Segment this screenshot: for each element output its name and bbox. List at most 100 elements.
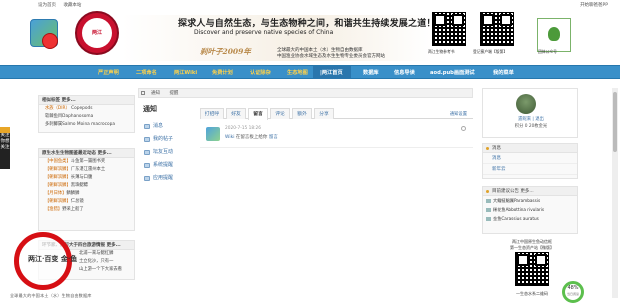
list-item[interactable]: 稀花鱼Abbottina rivularis xyxy=(483,205,577,214)
nav-item-home[interactable]: |两江首页 xyxy=(320,69,343,76)
list-item[interactable]: 【月日体】鳞鳞鳞 xyxy=(39,190,134,198)
avatar[interactable] xyxy=(206,127,220,141)
tab-friends[interactable]: 好友 xyxy=(226,108,246,119)
bottom-caption: 全球最大的中国本土（水）生物自由数据库 xyxy=(10,293,92,298)
menu-item-messages[interactable]: 消息 xyxy=(142,120,194,133)
menu-item-system[interactable]: 系统提醒 xyxy=(142,159,194,172)
message-box: 消息 消息 新年云 xyxy=(482,143,578,179)
tab-comments[interactable]: 留言 xyxy=(248,108,268,120)
profile-card: 遗昵来 | 退出 积分 0 20枚金光 xyxy=(482,88,578,138)
list-item[interactable]: 金鱼Carassius auratus xyxy=(483,214,577,223)
site-logo[interactable] xyxy=(30,13,72,57)
list-item[interactable]: 【朝鲜滨鳞】长薄与口腹 xyxy=(39,174,134,182)
top-right-link[interactable]: 开始聊爸爸PP xyxy=(580,2,608,8)
top-strip: 设为首页 收藏本站 开始聊爸爸PP xyxy=(0,0,620,9)
list-item[interactable]: 大鳍鲢鲳属Parambassis xyxy=(483,196,577,205)
breadcrumb-item[interactable]: 提醒 xyxy=(169,91,178,96)
slogan-en: Discover and preserve native species of … xyxy=(194,29,334,36)
notify-settings-link[interactable]: 通知设置 xyxy=(450,111,467,117)
feed-item: 2020-7-15 18:26 Wiki 在留言板上给你 留言 xyxy=(200,122,473,148)
bookmark-link[interactable]: 收藏本站 xyxy=(63,3,81,8)
tab-share[interactable]: 分享 xyxy=(314,108,334,119)
qr-code-1-icon xyxy=(432,12,466,46)
menu-item-apps[interactable]: 应用提醒 xyxy=(142,172,194,185)
message-icon xyxy=(144,124,150,129)
breadcrumb-item[interactable]: 通知 xyxy=(151,91,160,96)
nav-item-database[interactable]: 数据库 xyxy=(363,69,379,76)
nav-item-eco-map[interactable]: 生态地图 xyxy=(287,69,308,76)
nav-item-reading[interactable]: 信息导读 xyxy=(394,69,415,76)
red-stamp-icon: 两江·百变 金·鱼 xyxy=(14,232,77,290)
nav-item-certify[interactable]: 认证除杂 xyxy=(250,69,271,76)
thumbnail xyxy=(486,217,491,221)
feed-actor-link[interactable]: Wiki xyxy=(225,135,234,140)
menu-item-interaction[interactable]: 坛友互动 xyxy=(142,146,194,159)
feed-comment-link[interactable]: 留言 xyxy=(269,135,278,140)
message-box-title: 消息 xyxy=(483,144,577,153)
follow-rail[interactable]: 关注你想关注 xyxy=(0,127,10,169)
site-desc-2: 中国渔业协会水域生态及水生生物专业委员会官方网站 xyxy=(277,54,385,59)
breadcrumb: 通知 提醒 xyxy=(138,88,473,98)
stamp-text: 两江·百变 金·鱼 xyxy=(28,254,78,263)
nav-item-my-menu[interactable]: 我的菜单 xyxy=(493,69,514,76)
nav-item-aod[interactable]: aod.pub画面测试 xyxy=(430,69,475,76)
message-link[interactable]: 消息 xyxy=(483,153,577,164)
tab-greeting[interactable]: 打招呼 xyxy=(200,108,224,119)
percent-value: 48% xyxy=(567,285,579,291)
qr-code-icon xyxy=(515,252,549,286)
profile-name[interactable]: 遗昵来 | 退出 xyxy=(483,116,579,122)
site-header: 两江 探求人与自然生态，与生态物种之间，和谐共生持续发展之道！ Discover… xyxy=(0,9,620,65)
percent-sub: 当日阅读 xyxy=(566,292,579,296)
app-icon xyxy=(144,176,150,181)
bottom-qr-block: 两江中国原生鱼动信框 第一生态资产站【微版】 一生态水系二维码 xyxy=(495,235,569,303)
system-icon xyxy=(144,163,150,168)
list-item[interactable]: 【朝鲜滨鳞】仁总镜 xyxy=(39,198,134,206)
avatar[interactable] xyxy=(516,94,536,114)
nav-item-wiki[interactable]: 两江Wiki xyxy=(174,69,197,76)
logo-seal-icon xyxy=(42,33,58,49)
close-icon[interactable] xyxy=(461,126,466,131)
tags-panel-title[interactable]: 相似标签 更多... xyxy=(39,96,134,105)
thumbnail xyxy=(486,208,491,212)
list-item[interactable]: 多刺鲫属Salmo Moina macrocopa xyxy=(39,121,134,129)
picks-panel: 目前建议公告 更多... 大鳍鲢鲳属Parambassis 稀花鱼Abbotti… xyxy=(482,186,578,234)
scrollbar-thumb[interactable] xyxy=(613,92,617,152)
bottom-qr-cap2: 第一生态资产站【微版】 xyxy=(510,245,554,250)
message-link[interactable]: 新年云 xyxy=(483,164,577,175)
picks-title[interactable]: 目前建议公告 更多... xyxy=(483,187,577,196)
home-icon[interactable] xyxy=(141,91,145,95)
tab-reviews[interactable]: 评论 xyxy=(270,108,290,119)
list-item[interactable]: 【朝鲜滨鳞】黑珠鳃鳔 xyxy=(39,182,134,190)
nav-item-statement[interactable]: 严正声明 xyxy=(98,69,119,76)
qr-code-2-icon xyxy=(480,12,514,46)
post-icon xyxy=(144,137,150,142)
notify-menu: 消息 我的帖子 坛友互动 系统提醒 应用提醒 xyxy=(142,120,194,185)
list-item[interactable]: 软棘鱼目Daphanosoma xyxy=(39,113,134,121)
threads-panel-title[interactable]: 原生水生生物图鉴最近动态 更多... xyxy=(39,149,134,158)
tab-extra[interactable]: 额外 xyxy=(292,108,312,119)
nav-item-binomial[interactable]: 二项命名 xyxy=(136,69,157,76)
notify-tabs: 打招呼 好友 留言 评论 额外 分享 通知设置 xyxy=(200,108,473,120)
follow-rail-label: 关注你想关注 xyxy=(0,133,10,150)
page-title: 通知 xyxy=(143,105,157,113)
percent-widget[interactable]: 48% 当日阅读 xyxy=(562,281,584,303)
set-homepage-link[interactable]: 设为首页 xyxy=(38,3,56,8)
interaction-icon xyxy=(144,150,150,155)
profile-stats: 积分 0 20枚金光 xyxy=(514,124,548,129)
qr-caption-2: 登记蜜户端【版第】 xyxy=(473,49,508,54)
scrollbar[interactable] xyxy=(612,88,618,298)
brand-art: 刹叶子2009年 xyxy=(200,47,251,56)
menu-item-my-posts[interactable]: 我的帖子 xyxy=(142,133,194,146)
threads-panel: 原生水生生物图鉴最近动态 更多... 【中国鱼类】斗鱼第一篇图书奖 【朝鲜滨鳞】… xyxy=(38,148,135,231)
list-item[interactable]: 水族（DIR） Copepods xyxy=(39,105,134,113)
list-item[interactable]: 【渔猎】野采上船了 xyxy=(39,206,134,214)
list-item[interactable]: 【朝鲜滨鳞】广东湛江雷州本土 xyxy=(39,166,134,174)
nav-item-free-plan[interactable]: 免费计划 xyxy=(212,69,233,76)
thumbnail xyxy=(486,199,491,203)
tags-panel: 相似标签 更多... 水族（DIR） Copepods 软棘鱼目Daphanos… xyxy=(38,95,135,133)
bottom-qr-cap3: 一生态水系二维码 xyxy=(516,291,548,296)
qr-code-3-icon xyxy=(537,18,571,52)
main-nav: 严正声明 二项命名 两江Wiki 免费计划 认证除杂 生态地图 |两江首页 数据… xyxy=(0,65,620,79)
list-item[interactable]: 【中国鱼类】斗鱼第一篇图书奖 xyxy=(39,158,134,166)
slogan-cn: 探求人与自然生态，与生态物种之间，和谐共生持续发展之道！ xyxy=(178,19,436,29)
